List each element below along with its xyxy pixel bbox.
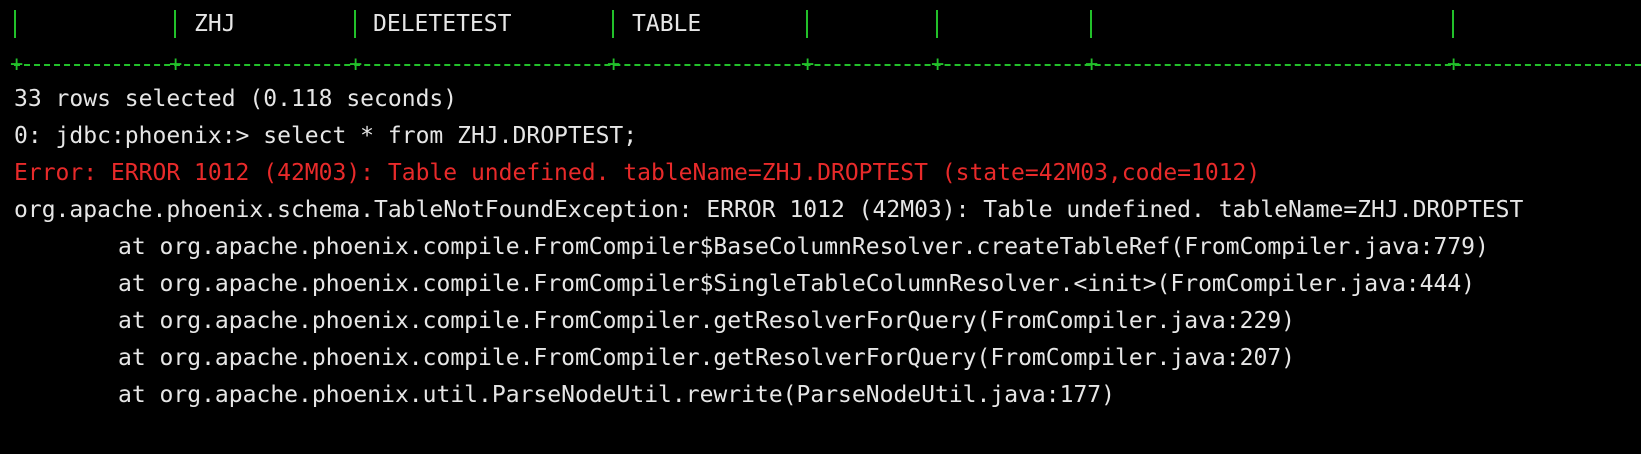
column-separator <box>612 10 614 38</box>
table-cell: DELETETEST <box>373 11 512 37</box>
stack-trace-line: at org.apache.phoenix.compile.FromCompil… <box>118 271 1476 297</box>
column-separator <box>1090 10 1092 38</box>
column-separator <box>354 10 356 38</box>
border-corner: + <box>1447 52 1461 77</box>
stack-trace-line: at org.apache.phoenix.util.ParseNodeUtil… <box>118 382 1115 408</box>
column-separator <box>936 10 938 38</box>
border-corner: + <box>349 52 363 77</box>
border-corner: + <box>10 52 24 77</box>
stack-trace-line: at org.apache.phoenix.compile.FromCompil… <box>118 234 1489 260</box>
rows-selected-text: 33 rows selected (0.118 seconds) <box>14 86 458 112</box>
column-separator <box>1452 10 1454 38</box>
border-corner: + <box>801 52 815 77</box>
column-separator <box>806 10 808 38</box>
border-corner: + <box>1085 52 1099 77</box>
stack-trace-line: at org.apache.phoenix.compile.FromCompil… <box>118 308 1296 334</box>
prompt-command-line[interactable]: 0: jdbc:phoenix:> select * from ZHJ.DROP… <box>14 121 637 151</box>
border-corner: + <box>931 52 945 77</box>
error-message: Error: ERROR 1012 (42M03): Table undefin… <box>14 160 1261 186</box>
border-corner: + <box>607 52 621 77</box>
column-separator <box>14 10 16 38</box>
table-cell: TABLE <box>632 11 702 37</box>
exception-message: org.apache.phoenix.schema.TableNotFoundE… <box>14 197 1524 223</box>
terminal-window[interactable]: ZHJ DELETETEST TABLE + + + + + + + + 33 … <box>0 0 1641 454</box>
table-border <box>14 64 1641 66</box>
stack-trace-line: at org.apache.phoenix.compile.FromCompil… <box>118 345 1296 371</box>
table-cell: ZHJ <box>194 11 236 37</box>
border-corner: + <box>169 52 183 77</box>
column-separator <box>174 10 176 38</box>
